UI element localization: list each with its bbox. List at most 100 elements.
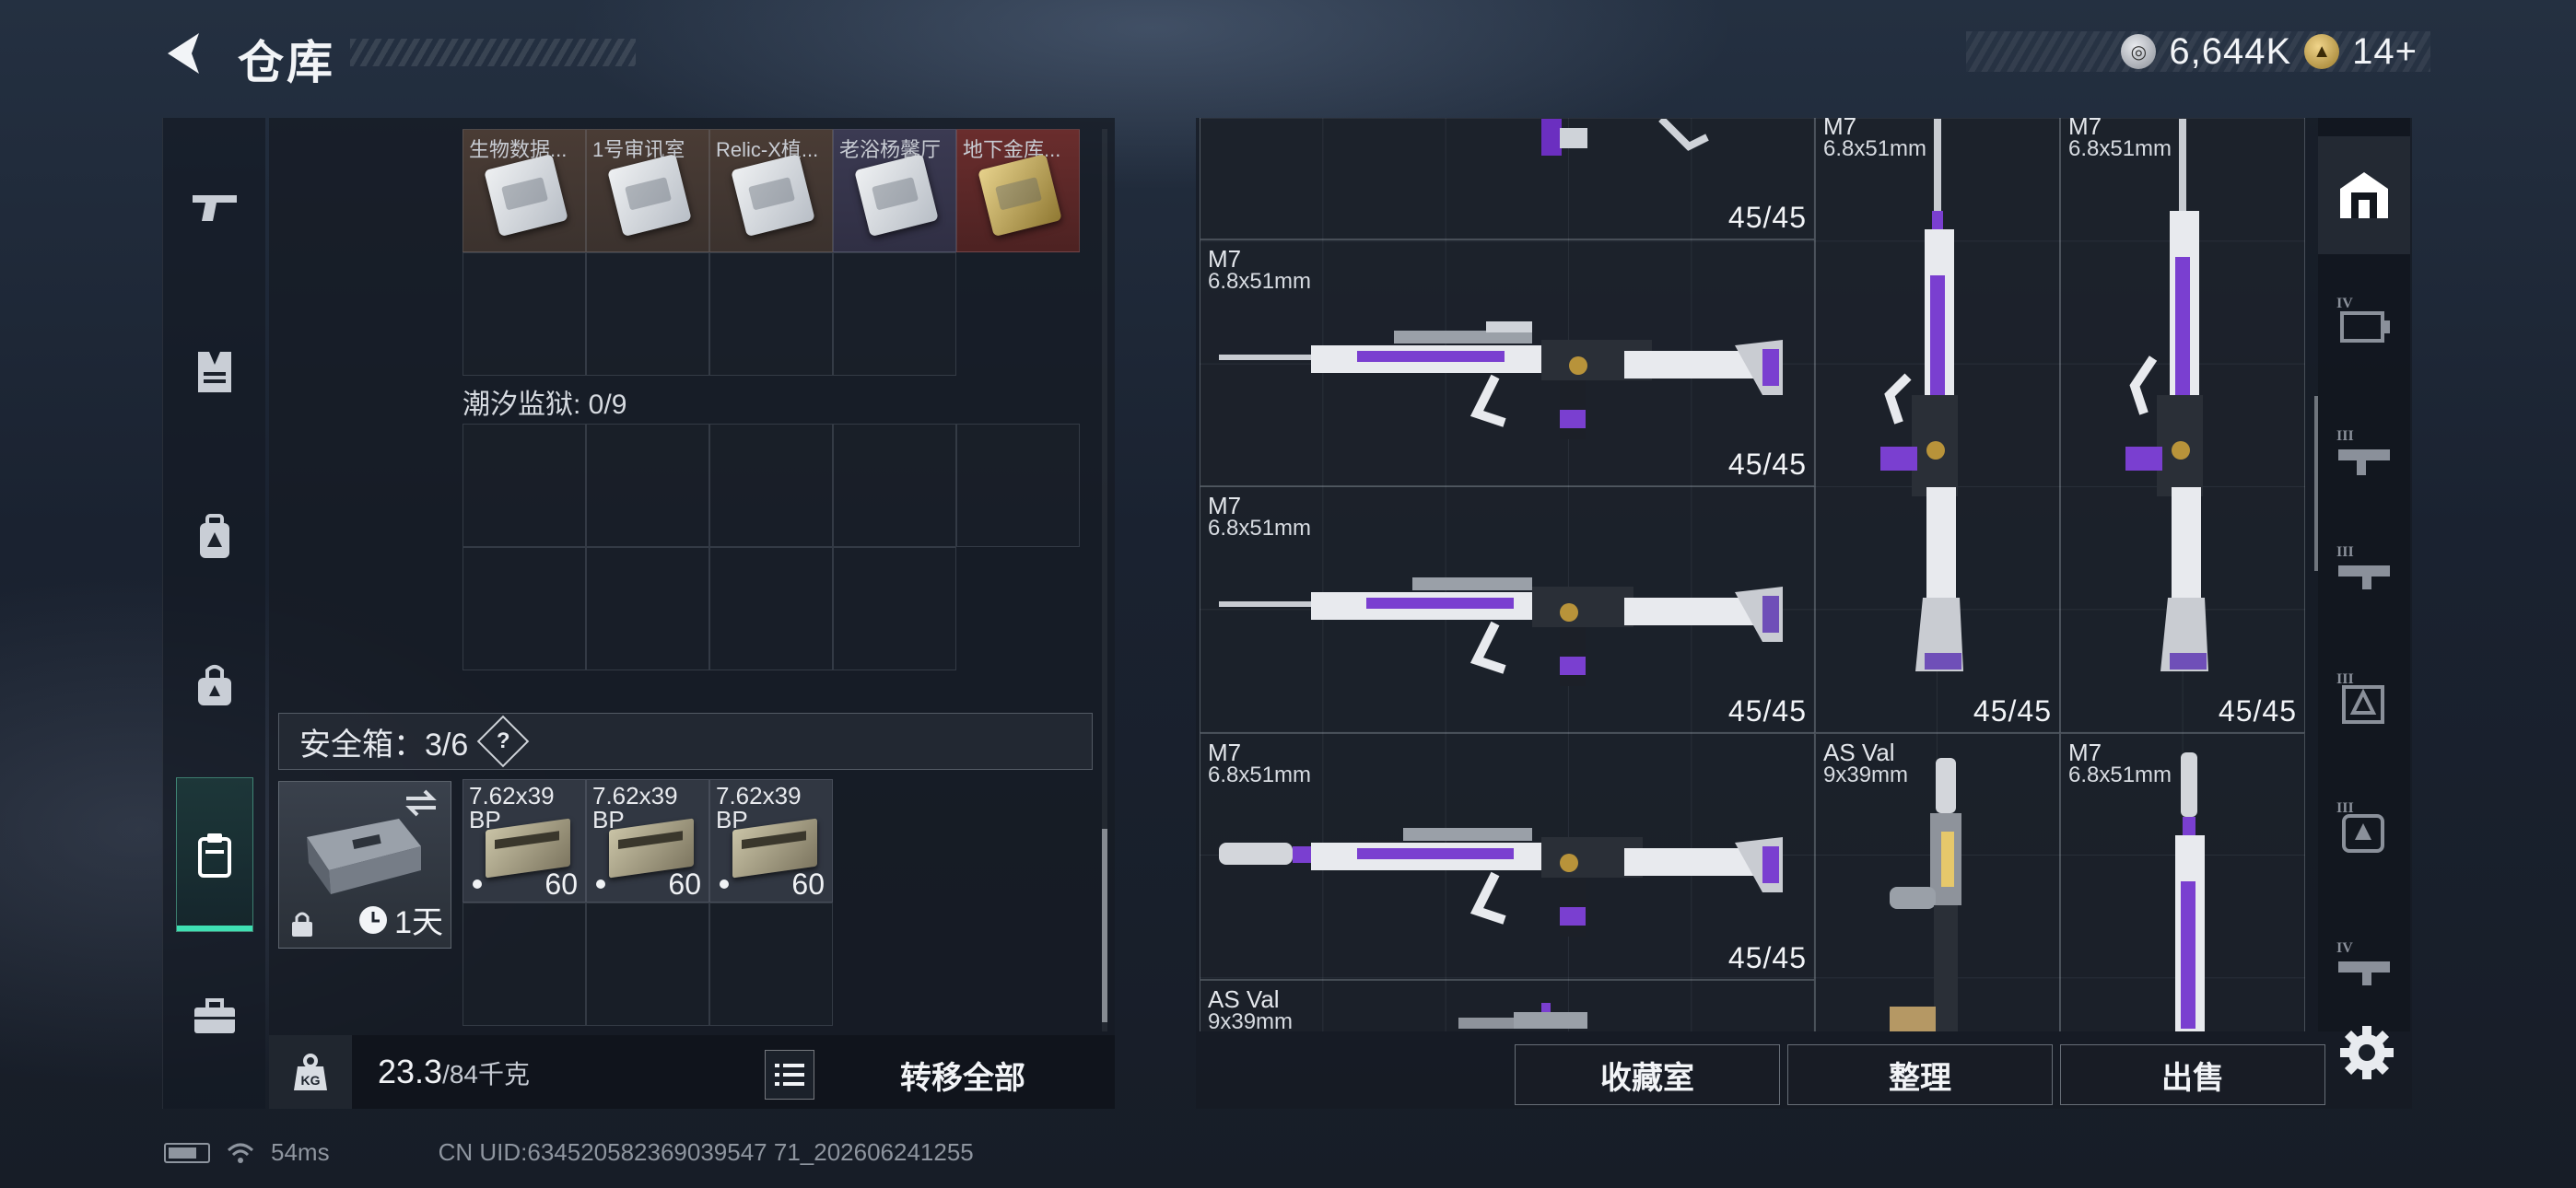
gold-currency-value[interactable]: 14+: [2352, 31, 2418, 73]
duration-tag: 1天: [357, 897, 443, 942]
ammo-dot-icon: [720, 879, 729, 889]
empty-slot[interactable]: [956, 424, 1080, 547]
title-decoration: [350, 39, 636, 66]
keycard-icon: [854, 153, 939, 238]
empty-slot[interactable]: [709, 252, 833, 376]
m7-rifle-icon: [1219, 828, 1783, 937]
bag-icon: [198, 665, 231, 705]
list-view-button[interactable]: [765, 1050, 814, 1100]
weapon-item[interactable]: 45/45: [1200, 118, 1815, 239]
weapon-item[interactable]: AS Val 9x39mm: [1200, 980, 1815, 1031]
empty-slot[interactable]: [709, 547, 833, 670]
weapon-ammo: 45/45: [1973, 694, 2052, 728]
list-icon: [775, 1064, 804, 1086]
keycard-icon: [607, 153, 692, 238]
ping-value: 54ms: [271, 1138, 330, 1166]
as-val-vertical-icon: [1890, 758, 1961, 1031]
keycard-slot[interactable]: Relic-X植...: [709, 129, 833, 252]
transfer-all-button[interactable]: 转移全部: [829, 1044, 1096, 1105]
keycard-slot[interactable]: 老浴杨馨厅: [833, 129, 956, 252]
pistol-icon: [193, 195, 237, 221]
tab-tier-iv[interactable]: IV: [2318, 262, 2410, 379]
help-icon[interactable]: ?: [476, 715, 530, 768]
empty-slot[interactable]: [463, 903, 586, 1026]
empty-slot[interactable]: [586, 252, 709, 376]
nav-bag[interactable]: [163, 634, 266, 737]
empty-slot[interactable]: [463, 252, 586, 376]
tab-all-warehouse[interactable]: [2318, 136, 2410, 254]
silver-coin-icon: ◎: [2121, 34, 2157, 69]
backpack-icon: [200, 514, 229, 558]
nav-armor[interactable]: [163, 320, 266, 424]
collection-room-button[interactable]: 收藏室: [1515, 1044, 1780, 1105]
weapon-item[interactable]: M7 6.8x51mm 45/45: [1200, 733, 1815, 980]
weapon-caliber: 6.8x51mm: [1208, 269, 1312, 294]
keycard-slot[interactable]: 1号审讯室: [586, 129, 709, 252]
weapon-ammo: 45/45: [2218, 694, 2297, 728]
empty-slot[interactable]: [586, 547, 709, 670]
swap-icon[interactable]: [403, 787, 439, 819]
empty-slot[interactable]: [586, 424, 709, 547]
weapon-item[interactable]: M7 6.8x51mm 45/45: [1815, 118, 2060, 733]
tab-tier-iii-smg[interactable]: III: [2318, 510, 2410, 628]
nav-backpack[interactable]: [163, 486, 266, 589]
weapon-item[interactable]: M7 6.8x51mm: [2060, 733, 2305, 1031]
weapon-ammo: 45/45: [1727, 448, 1807, 481]
tab-tier-iii-pack[interactable]: III: [2318, 768, 2410, 886]
svg-text:III: III: [2336, 428, 2354, 444]
safe-case-icon: [307, 819, 421, 894]
nav-toolbox[interactable]: [163, 965, 266, 1068]
nav-secure-container[interactable]: [176, 777, 253, 932]
tab-tier-iii-rifle[interactable]: III: [2318, 394, 2410, 512]
weapon-caliber: 9x39mm: [1208, 1009, 1294, 1032]
empty-slot[interactable]: [833, 547, 956, 670]
gold-triangle-coin-icon: ▲: [2304, 34, 2340, 69]
keycard-icon: [484, 153, 568, 238]
sort-button[interactable]: 整理: [1787, 1044, 2053, 1105]
inventory-scrollbar[interactable]: [1102, 129, 1107, 1031]
clock-icon: [359, 905, 388, 934]
duration-label: 1天: [394, 905, 443, 940]
keycard-slot[interactable]: 地下金库...: [956, 129, 1080, 252]
keycard-slot[interactable]: 生物数据...: [463, 129, 586, 252]
empty-slot[interactable]: [586, 903, 709, 1026]
prison-section-label: 潮汐监狱: 0/9: [463, 390, 627, 420]
currency-bar: ◎ 6,644K ▲ 14+: [1966, 31, 2430, 72]
scrollbar-thumb[interactable]: [1102, 829, 1107, 1022]
tabs-scrollbar[interactable]: [2314, 396, 2318, 571]
svg-text:IV: IV: [2336, 296, 2353, 311]
svg-text:III: III: [2336, 800, 2354, 816]
tab-tier-iv-weapon[interactable]: IV: [2318, 906, 2410, 1024]
tab-tier-iii-armor[interactable]: III: [2318, 639, 2410, 757]
weapon-item[interactable]: M7 6.8x51mm 45/45: [2060, 118, 2305, 733]
safe-box-header: 安全箱：3/6 ?: [278, 713, 1093, 770]
weight-kg-icon: KG: [269, 1035, 352, 1109]
weapon-name: AS Val: [1823, 739, 1895, 766]
ammo-item[interactable]: 7.62x39 BP 60: [709, 779, 833, 903]
weapon-name: M7: [1208, 739, 1242, 766]
ammo-item[interactable]: 7.62x39 BP 60: [586, 779, 709, 903]
empty-slot[interactable]: [709, 903, 833, 1026]
weapon-caliber: 6.8x51mm: [1208, 516, 1312, 541]
ammo-item[interactable]: 7.62x39 BP 60: [463, 779, 586, 903]
tier-iv-icon: IV: [2336, 296, 2390, 343]
ammo-count: 60: [791, 868, 825, 901]
warehouse-grid: 45/45 M7 6.8x51mm 45/45 M7 6.8x51mm 45/4…: [1200, 118, 2305, 1031]
settings-button[interactable]: [2336, 1022, 2397, 1083]
empty-slot[interactable]: [833, 424, 956, 547]
weapon-name: AS Val: [1208, 985, 1280, 1013]
nav-weapons[interactable]: [163, 155, 266, 258]
back-button[interactable]: [162, 28, 214, 79]
ammo-dot-icon: [473, 879, 482, 889]
weapon-item[interactable]: AS Val 9x39mm: [1815, 733, 2060, 1031]
safe-box-item[interactable]: 1天: [278, 781, 451, 949]
weapon-ammo: 45/45: [1727, 941, 1807, 974]
weapon-item[interactable]: M7 6.8x51mm 45/45: [1200, 486, 1815, 733]
ammo-count: 60: [544, 868, 578, 901]
empty-slot[interactable]: [463, 424, 586, 547]
empty-slot[interactable]: [463, 547, 586, 670]
empty-slot[interactable]: [833, 252, 956, 376]
sell-button[interactable]: 出售: [2060, 1044, 2325, 1105]
weapon-item[interactable]: M7 6.8x51mm 45/45: [1200, 239, 1815, 486]
empty-slot[interactable]: [709, 424, 833, 547]
